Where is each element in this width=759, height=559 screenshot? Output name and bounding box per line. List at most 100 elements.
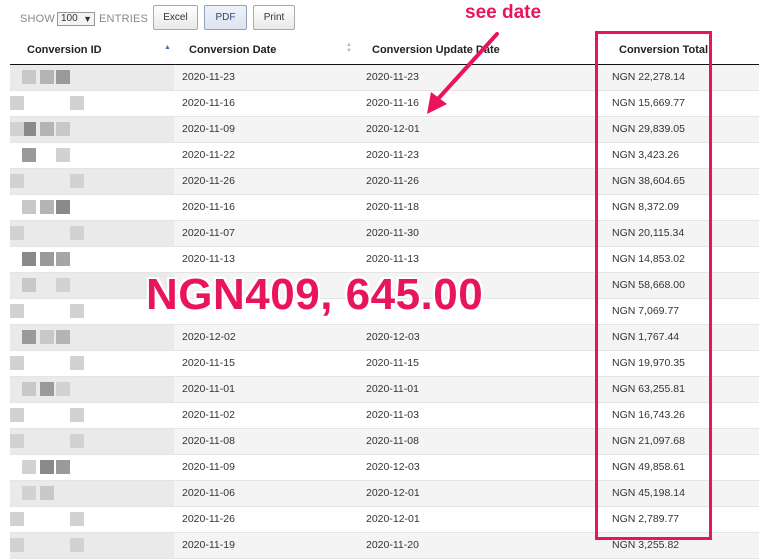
column-header-conversion-date[interactable]: Conversion Date: [189, 44, 276, 56]
redaction-block: [22, 252, 36, 266]
conversion-id-redacted: [10, 221, 174, 246]
conversion-update-date-cell: 2020-11-18: [366, 201, 419, 213]
conversion-date-cell: 2020-11-09: [182, 123, 235, 135]
redaction-block: [10, 122, 24, 136]
conversion-update-date-cell: 2020-11-15: [366, 357, 419, 369]
chevron-down-icon: ▼: [83, 14, 92, 24]
redaction-block: [10, 408, 24, 422]
conversion-id-redacted: [10, 117, 174, 142]
entries-per-page-select[interactable]: 100 ▼: [57, 12, 95, 26]
conversion-id-redacted: [10, 351, 174, 376]
redaction-block: [70, 356, 84, 370]
conversion-update-date-cell: 2020-12-03: [366, 331, 420, 343]
conversion-update-date-cell: 2020-11-01: [366, 383, 419, 395]
export-excel-button[interactable]: Excel: [153, 5, 198, 30]
redaction-block: [40, 122, 54, 136]
redaction-block: [70, 174, 84, 188]
export-pdf-button[interactable]: PDF: [204, 5, 247, 30]
conversion-update-date-cell: 2020-11-23: [366, 71, 419, 83]
redaction-block: [70, 226, 84, 240]
conversion-update-date-cell: 2020-12-01: [366, 487, 420, 499]
conversion-date-cell: 2020-11-26: [182, 513, 235, 525]
conversion-id-redacted: [10, 429, 174, 454]
conversion-date-cell: 2020-11-16: [182, 97, 235, 109]
redaction-block: [70, 304, 84, 318]
redaction-block: [22, 382, 36, 396]
redaction-block: [40, 382, 54, 396]
redaction-block: [56, 200, 70, 214]
conversion-update-date-cell: 2020-12-03: [366, 461, 420, 473]
redaction-block: [10, 538, 24, 552]
redaction-block: [56, 122, 70, 136]
conversion-date-cell: 2020-11-22: [182, 149, 235, 161]
redaction-block: [40, 70, 54, 84]
conversion-id-redacted: [10, 325, 174, 350]
print-button[interactable]: Print: [253, 5, 295, 30]
redaction-block: [40, 460, 54, 474]
redaction-block: [40, 200, 54, 214]
redaction-block: [40, 252, 54, 266]
conversion-date-cell: 2020-11-06: [182, 487, 235, 499]
conversion-date-cell: 2020-11-16: [182, 201, 235, 213]
conversion-date-cell: 2020-11-23: [182, 71, 235, 83]
conversion-id-redacted: [10, 169, 174, 194]
redaction-block: [22, 330, 36, 344]
redaction-block: [10, 226, 24, 240]
entries-select-value: 100: [61, 13, 78, 24]
conversion-id-redacted: [10, 481, 174, 506]
redaction-block: [56, 70, 70, 84]
conversion-date-cell: 2020-11-08: [182, 435, 235, 447]
total-column-highlight: [595, 31, 712, 540]
conversion-id-redacted: [10, 91, 174, 116]
conversion-id-redacted: [10, 533, 174, 558]
redaction-block: [10, 356, 24, 370]
redaction-block: [56, 330, 70, 344]
conversion-update-date-cell: 2020-11-08: [366, 435, 419, 447]
sort-ascending-icon[interactable]: ▲: [164, 44, 171, 51]
table-toolbar: SHOW 100 ▼ ENTRIES Excel PDF Print: [0, 0, 759, 34]
sort-both-icon[interactable]: ▲ ▼: [346, 42, 352, 54]
conversion-update-date-cell: 2020-11-26: [366, 175, 419, 187]
conversion-id-redacted: [10, 507, 174, 532]
redaction-block: [56, 278, 70, 292]
conversion-date-cell: 2020-11-01: [182, 383, 235, 395]
redaction-block: [22, 460, 36, 474]
conversion-update-date-cell: 2020-12-01: [366, 513, 420, 525]
redaction-block: [10, 304, 24, 318]
redaction-block: [56, 148, 70, 162]
redaction-block: [70, 408, 84, 422]
redaction-block: [10, 96, 24, 110]
conversion-id-redacted: [10, 403, 174, 428]
redaction-block: [70, 434, 84, 448]
conversion-id-redacted: [10, 247, 174, 272]
conversion-update-date-cell: 2020-11-16: [366, 97, 419, 109]
conversion-date-cell: 2020-12-02: [182, 331, 236, 343]
redaction-block: [56, 382, 70, 396]
conversion-date-cell: 2020-11-09: [182, 461, 235, 473]
column-header-conversion-id[interactable]: Conversion ID: [27, 44, 102, 56]
conversion-id-redacted: [10, 195, 174, 220]
conversion-update-date-cell: 2020-11-23: [366, 149, 419, 161]
redaction-block: [56, 252, 70, 266]
show-label: SHOW: [20, 13, 56, 25]
redaction-block: [22, 70, 36, 84]
conversion-id-redacted: [10, 65, 174, 90]
redaction-block: [22, 200, 36, 214]
redaction-block: [10, 512, 24, 526]
redaction-block: [10, 434, 24, 448]
conversion-update-date-cell: 2020-11-13: [366, 253, 419, 265]
total-sum-annotation: NGN409, 645.00: [146, 270, 484, 319]
conversion-date-cell: 2020-11-02: [182, 409, 235, 421]
redaction-block: [40, 486, 54, 500]
redaction-block: [10, 174, 24, 188]
conversion-id-redacted: [10, 377, 174, 402]
conversion-update-date-cell: 2020-11-30: [366, 227, 419, 239]
annotation-arrow-icon: [427, 32, 499, 114]
redaction-block: [22, 278, 36, 292]
conversion-id-redacted: [10, 455, 174, 480]
conversion-date-cell: 2020-11-13: [182, 253, 235, 265]
redaction-block: [70, 512, 84, 526]
entries-label: ENTRIES: [99, 13, 149, 25]
conversion-update-date-cell: 2020-11-03: [366, 409, 419, 421]
conversion-date-cell: 2020-11-26: [182, 175, 235, 187]
